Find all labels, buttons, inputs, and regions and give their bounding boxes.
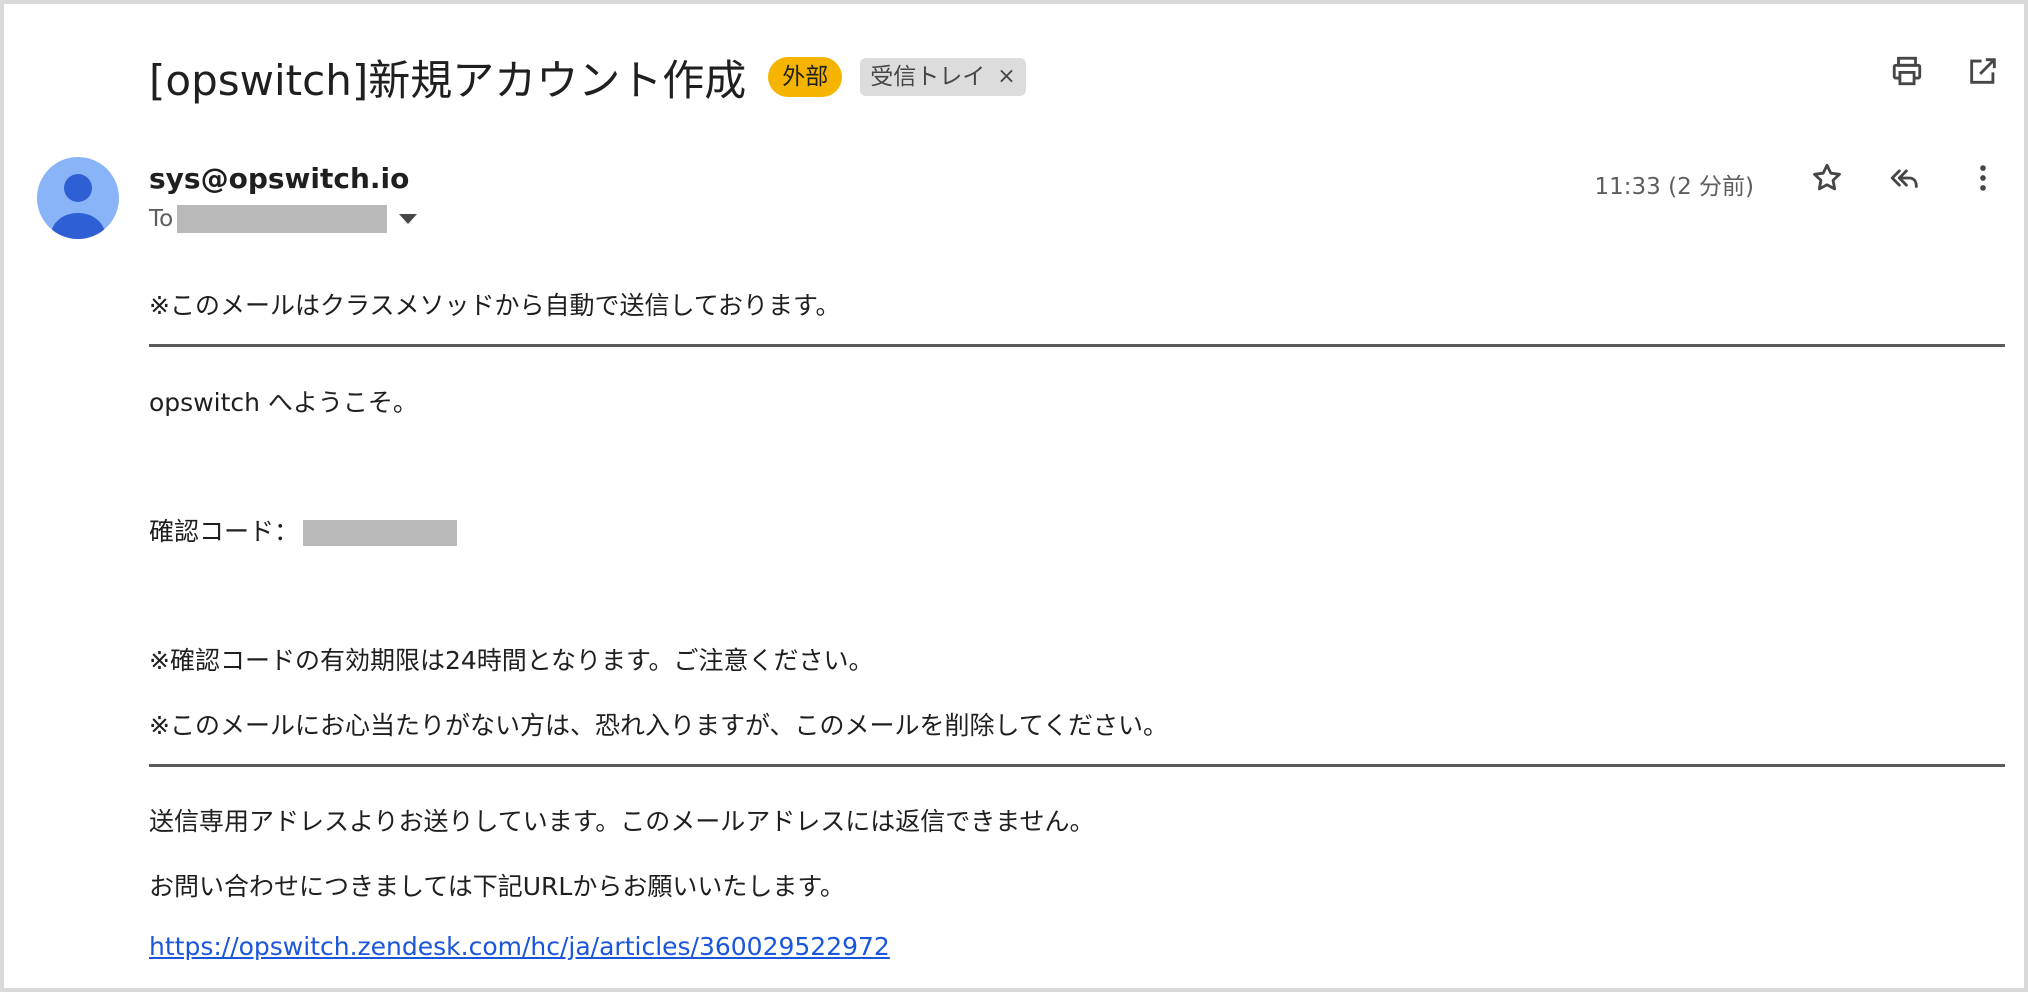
to-label: To bbox=[149, 206, 174, 232]
chevron-down-icon[interactable] bbox=[399, 214, 418, 224]
reply-all-icon[interactable] bbox=[1888, 161, 1922, 195]
no-reply-notice: 送信専用アドレスよりお送りしています。このメールアドレスには返信できません。 bbox=[149, 807, 1095, 836]
thread-actions bbox=[1890, 54, 2000, 88]
code-label: 確認コード： bbox=[149, 517, 300, 546]
welcome-text: opswitch へようこそ。 bbox=[149, 388, 418, 417]
avatar bbox=[37, 157, 119, 239]
print-icon[interactable] bbox=[1890, 54, 1924, 88]
email-view: [opswitch]新規アカウント作成 外部 受信トレイ × sys@opswi… bbox=[4, 4, 2024, 988]
message-actions bbox=[1810, 161, 2000, 195]
auto-send-notice: ※このメールはクラスメソッドから自動で送信しております。 bbox=[149, 291, 841, 320]
subject-row: [opswitch]新規アカウント作成 外部 受信トレイ × bbox=[149, 48, 1026, 106]
divider bbox=[149, 764, 2005, 767]
open-in-new-icon[interactable] bbox=[1966, 54, 2000, 88]
more-vert-icon[interactable] bbox=[1966, 161, 2000, 195]
remove-label-button[interactable]: × bbox=[997, 58, 1015, 96]
person-icon bbox=[51, 174, 105, 239]
delete-notice: ※このメールにお心当たりがない方は、恐れ入りますが、このメールを削除してください… bbox=[149, 711, 1168, 740]
contact-text: お問い合わせにつきましては下記URLからお願いいたします。 bbox=[149, 872, 845, 901]
star-icon[interactable] bbox=[1810, 161, 1844, 195]
email-subject: [opswitch]新規アカウント作成 bbox=[149, 55, 747, 105]
redacted-recipient bbox=[177, 205, 388, 233]
inbox-label-chip: 受信トレイ × bbox=[860, 58, 1026, 96]
external-badge: 外部 bbox=[768, 57, 843, 97]
message-time: 11:33 (2 分前) bbox=[1594, 174, 1754, 200]
sender-address[interactable]: sys@opswitch.io bbox=[149, 162, 409, 195]
divider bbox=[149, 344, 2005, 347]
support-link[interactable]: https://opswitch.zendesk.com/hc/ja/artic… bbox=[149, 932, 890, 961]
verification-code-row: 確認コード： bbox=[149, 512, 458, 548]
recipient-row: To bbox=[149, 204, 418, 234]
redacted-code bbox=[303, 520, 458, 546]
inbox-label-text: 受信トレイ bbox=[870, 64, 986, 90]
validity-notice: ※確認コードの有効期限は24時間となります。ご注意ください。 bbox=[149, 646, 874, 675]
